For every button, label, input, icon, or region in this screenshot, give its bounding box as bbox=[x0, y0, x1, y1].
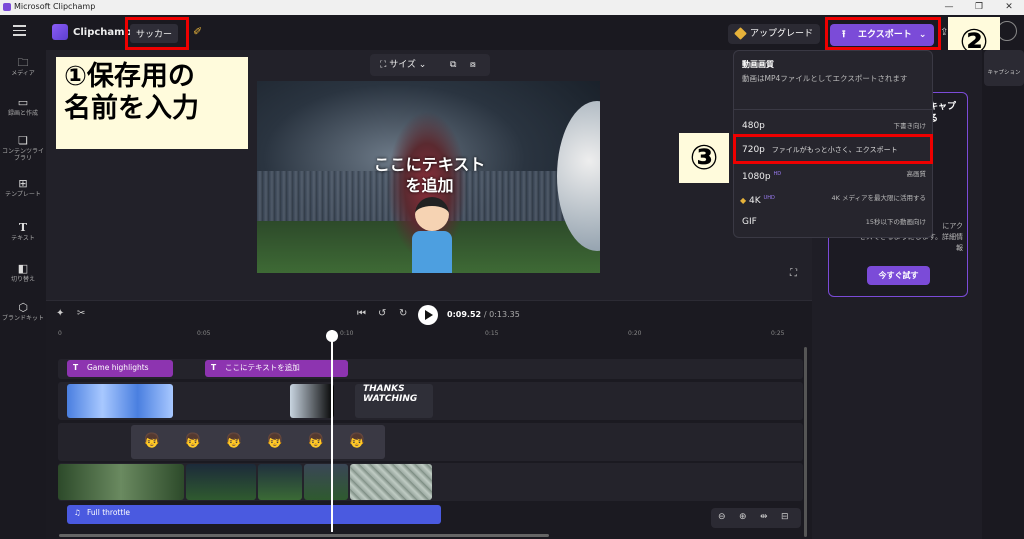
diamond-icon bbox=[734, 27, 747, 40]
forward-5-icon[interactable]: ↻ bbox=[399, 308, 407, 319]
person-icon: 👦 bbox=[143, 433, 161, 449]
brand-kit-icon: ⬡ bbox=[18, 301, 28, 314]
chevron-down-icon: ⌄ bbox=[418, 60, 427, 70]
person-icon: 👦 bbox=[266, 433, 284, 449]
step3-label: ③ bbox=[679, 133, 729, 183]
rail-item-transitions[interactable]: ◧ 切り替え bbox=[0, 263, 46, 283]
app-icon bbox=[3, 3, 11, 11]
person-icon: 👦 bbox=[225, 433, 243, 449]
templates-icon: ⊞ bbox=[18, 177, 28, 190]
preview-text-overlay[interactable]: ここにテキスト を追加 bbox=[357, 154, 502, 196]
background-clip[interactable] bbox=[67, 384, 173, 418]
video-preview[interactable]: ここにテキスト を追加 bbox=[257, 81, 600, 273]
camera-icon: ▭ bbox=[17, 96, 29, 109]
highlight-project-name bbox=[125, 17, 189, 50]
rail-item-media[interactable]: 🗀 メディア bbox=[0, 57, 46, 77]
scissors-icon[interactable]: ✂ bbox=[77, 308, 85, 319]
captions-button[interactable]: キャプション bbox=[984, 50, 1024, 86]
upgrade-label: アップグレード bbox=[750, 29, 814, 39]
rail-item-text[interactable]: T テキスト bbox=[0, 222, 46, 242]
brand-name: Clipchamp bbox=[73, 27, 132, 38]
skip-back-icon[interactable]: ⏮ bbox=[357, 308, 366, 319]
video-clip-5[interactable] bbox=[350, 464, 432, 500]
timeline-scrollbar[interactable] bbox=[59, 534, 549, 537]
play-button[interactable] bbox=[418, 305, 438, 325]
window-title-bar: Microsoft Clipchamp — ❐ ✕ bbox=[0, 0, 1024, 15]
person-icon: 👦 bbox=[307, 433, 325, 449]
video-clip-3[interactable] bbox=[258, 464, 302, 500]
video-clip-4[interactable] bbox=[304, 464, 348, 500]
account-avatar[interactable] bbox=[997, 21, 1017, 41]
size-label: サイズ bbox=[389, 60, 416, 70]
transition-icon: ◧ bbox=[17, 262, 29, 275]
left-rail: 🗀 メディア ▭ 録画と作成 ❏ コンテンツライブラリ ⊞ テンプレート T テ… bbox=[0, 50, 46, 539]
clipchamp-logo bbox=[52, 24, 68, 40]
thanks-clip[interactable]: THANKS WATCHING bbox=[355, 384, 433, 418]
library-icon: ❏ bbox=[18, 134, 28, 147]
fullscreen-icon[interactable]: ⛶ bbox=[790, 268, 797, 279]
window-title: Microsoft Clipchamp bbox=[14, 2, 96, 11]
option-480p[interactable]: 480p 下書き向け bbox=[742, 116, 928, 136]
diamond-icon: ◆ bbox=[740, 196, 747, 205]
menu-description: 動画はMP4ファイルとしてエクスポートされます bbox=[742, 74, 908, 83]
menu-heading: 動画画質 bbox=[742, 60, 774, 69]
option-1080p[interactable]: 1080p HD 高画質 bbox=[742, 164, 928, 184]
right-rail: キャプション bbox=[982, 50, 1024, 539]
person-icon: 👦 bbox=[348, 433, 366, 449]
resize-icon: ⛶ bbox=[380, 60, 387, 70]
text-icon: T bbox=[18, 221, 28, 234]
menu-icon[interactable] bbox=[13, 25, 26, 36]
ball-clip[interactable] bbox=[290, 384, 334, 418]
crop-icon[interactable]: ⧉ bbox=[450, 54, 456, 76]
text-clip-game-highlights[interactable]: T Game highlights bbox=[67, 360, 173, 377]
time-display: 0:09.52 / 0:13.35 bbox=[447, 310, 520, 319]
timeline-ruler[interactable]: 0 0:05 0:10 0:15 0:20 0:25 bbox=[58, 330, 788, 342]
rail-item-content-library[interactable]: ❏ コンテンツライブラリ bbox=[0, 135, 46, 162]
try-now-button[interactable]: 今すぐ試す bbox=[867, 266, 930, 285]
magic-wand-icon[interactable]: ✦ bbox=[56, 308, 64, 319]
close-button[interactable]: ✕ bbox=[994, 0, 1024, 15]
text-clip-add-text[interactable]: T ここにテキストを追加 bbox=[205, 360, 348, 377]
video-clip-1[interactable] bbox=[58, 464, 184, 500]
rewind-5-icon[interactable]: ↺ bbox=[378, 308, 386, 319]
maximize-button[interactable]: ❐ bbox=[964, 0, 994, 15]
sticker-clip[interactable]: 👦 👦 👦 👦 👦 👦 bbox=[131, 425, 385, 459]
option-4k[interactable]: ◆ 4K UHD 4K メディアを最大限に活用する bbox=[740, 188, 928, 208]
rail-item-templates[interactable]: ⊞ テンプレート bbox=[0, 178, 46, 198]
music-icon: ♫ bbox=[74, 508, 81, 517]
zoom-in-icon[interactable]: ⊕ bbox=[739, 512, 747, 522]
highlight-720p bbox=[733, 134, 933, 164]
option-gif[interactable]: GIF 15秒以下の動画向け bbox=[742, 212, 928, 232]
zoom-controls: ⊖ ⊕ ⇹ ⊟ bbox=[711, 508, 801, 528]
video-clip-2[interactable] bbox=[186, 464, 256, 500]
person-sticker[interactable] bbox=[409, 197, 455, 273]
magic-icon[interactable]: ✐ bbox=[193, 25, 202, 38]
upgrade-button[interactable]: アップグレード bbox=[728, 24, 820, 44]
step1-note: ①保存用の 名前を入力 bbox=[56, 57, 248, 149]
audio-clip-full-throttle[interactable]: ♫ Full throttle bbox=[67, 505, 441, 524]
playhead[interactable] bbox=[326, 330, 338, 532]
rail-item-record[interactable]: ▭ 録画と作成 bbox=[0, 97, 46, 117]
person-icon: 👦 bbox=[184, 433, 202, 449]
fit-width-icon[interactable]: ⇹ bbox=[760, 512, 768, 522]
highlight-export-button bbox=[825, 17, 941, 50]
collapse-icon[interactable]: ⊟ bbox=[781, 512, 789, 522]
aspect-ratio-button[interactable]: ⛶ サイズ ⌄ ⧉ ⧇ bbox=[370, 54, 490, 76]
snapshot-icon[interactable]: ⧇ bbox=[470, 54, 476, 76]
vertical-scrollbar[interactable] bbox=[804, 347, 807, 537]
folder-icon: 🗀 bbox=[17, 56, 29, 69]
promo-title: キャプ る bbox=[929, 102, 957, 124]
rail-item-brand-kit[interactable]: ⬡ ブランドキット bbox=[0, 302, 46, 322]
zoom-out-icon[interactable]: ⊖ bbox=[718, 512, 726, 522]
minimize-button[interactable]: — bbox=[934, 0, 964, 15]
